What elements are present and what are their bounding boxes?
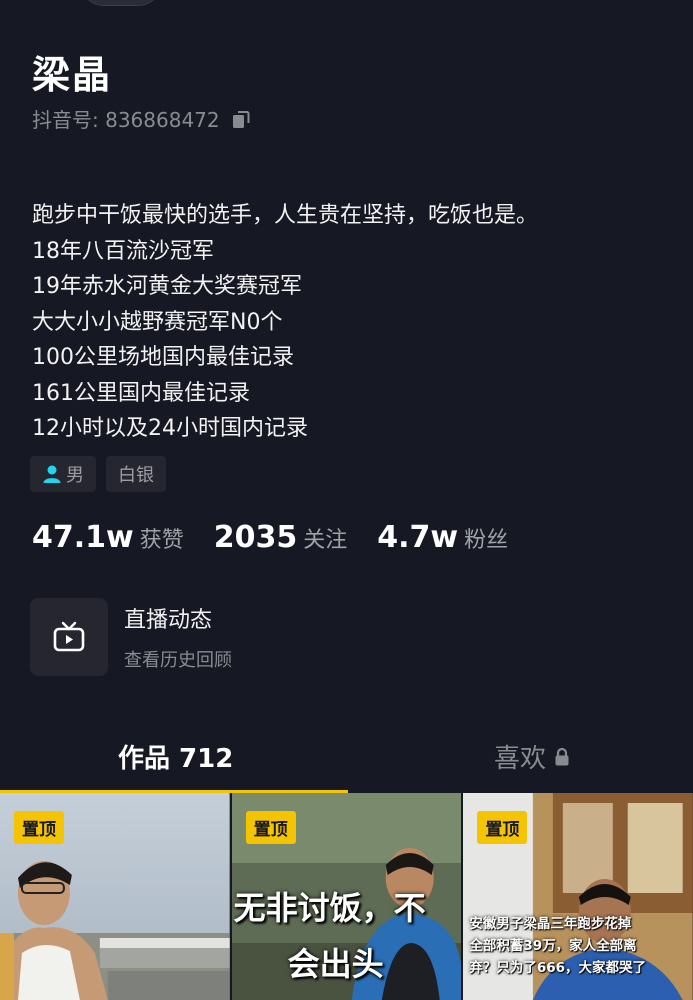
live-texts: 直播动态 查看历史回顾: [124, 602, 232, 672]
likes-count: 47.1w: [32, 520, 134, 555]
content-tabs: 作品 712 喜欢: [0, 730, 693, 793]
male-user-icon: [43, 465, 61, 483]
video-thumbnail[interactable]: 置顶: [0, 793, 230, 1000]
followers-count: 4.7w: [377, 520, 459, 555]
video-caption-line: 全部积蓄39万，家人全部离: [469, 938, 637, 954]
video-caption-line: 安徽男子梁晶三年跑步花掉: [469, 916, 632, 932]
avatar[interactable]: [80, 0, 162, 6]
tab-likes-label: 喜欢: [494, 744, 547, 774]
video-grid: 置顶 置顶 无非讨饭，不 会出头 置顶 安徽男子梁晶三年跑步花掉 全部积蓄39万…: [0, 793, 693, 1000]
bio-line: 18年八百流沙冠军: [32, 238, 214, 264]
live-history-card[interactable]: 直播动态 查看历史回顾: [30, 598, 232, 676]
level-label: 白银: [118, 465, 154, 486]
pinned-badge: 置顶: [14, 811, 64, 844]
video-caption-line: 弃？只为了666，大家都哭了: [469, 960, 647, 976]
profile-tags: 男 白银: [30, 456, 166, 492]
pinned-badge: 置顶: [477, 811, 528, 844]
tab-likes[interactable]: 喜欢: [494, 738, 570, 775]
video-thumbnail[interactable]: 置顶 安徽男子梁晶三年跑步花掉 全部积蓄39万，家人全部离 弃？只为了666，大…: [463, 793, 693, 1000]
following-count: 2035: [213, 520, 298, 555]
pinned-badge: 置顶: [245, 811, 296, 844]
gender-label: 男: [66, 465, 84, 486]
live-title: 直播动态: [124, 608, 213, 633]
profile-name: 梁晶: [32, 53, 113, 97]
bio-line: 12小时以及24小时国内记录: [32, 416, 308, 441]
bio-line: 100公里场地国内最佳记录: [32, 345, 294, 370]
gender-tag: 男: [30, 456, 96, 492]
copy-icon[interactable]: [230, 108, 252, 130]
bio: 跑步中干饭最快的选手，人生贵在坚持，吃饭也是。 18年八百流沙冠军 19年赤水河…: [32, 198, 538, 447]
bio-line: 大大小小越野赛冠军N0个: [32, 309, 283, 335]
video-caption-line: 会出头: [287, 945, 384, 983]
following-stat[interactable]: 2035 关注: [214, 520, 348, 555]
followers-label: 粉丝: [464, 528, 509, 553]
bio-line: 161公里国内最佳记录: [32, 380, 250, 406]
likes-label: 获赞: [139, 528, 184, 553]
live-subtitle: 查看历史回顾: [124, 650, 232, 671]
lock-icon: [555, 747, 569, 765]
level-tag[interactable]: 白银: [106, 456, 166, 492]
followers-stat[interactable]: 4.7w 粉丝: [377, 520, 508, 555]
tv-icon: [53, 621, 85, 652]
profile-stats: 47.1w 获赞 2035 关注 4.7w 粉丝: [32, 520, 538, 555]
douyin-id-row: 抖音号: 836868472: [32, 104, 252, 133]
video-thumbnail[interactable]: 置顶 无非讨饭，不 会出头: [231, 793, 462, 1000]
bio-line: 跑步中干饭最快的选手，人生贵在坚持，吃饭也是。: [32, 203, 539, 228]
douyin-id-text: 抖音号: 836868472: [32, 108, 220, 132]
likes-stat[interactable]: 47.1w 获赞: [32, 520, 184, 555]
live-icon-box: [30, 598, 108, 676]
following-label: 关注: [303, 528, 348, 553]
tab-works[interactable]: 作品 712: [118, 738, 233, 775]
bio-line: 19年赤水河黄金大奖赛冠军: [32, 274, 302, 299]
video-caption-line: 无非讨饭，不: [233, 889, 426, 927]
